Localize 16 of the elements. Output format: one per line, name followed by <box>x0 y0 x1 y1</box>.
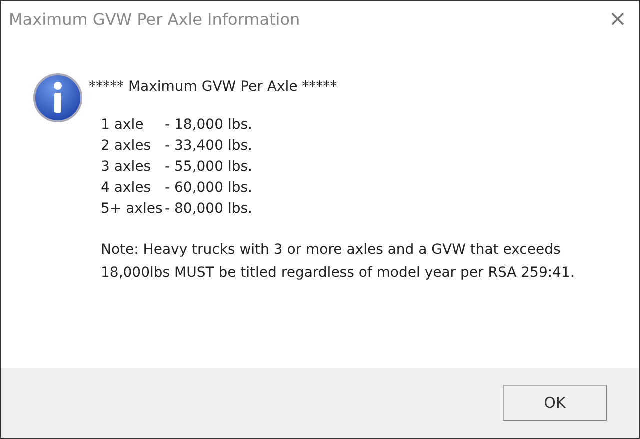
weight-limit: - 80,000 lbs. <box>165 201 252 217</box>
weight-limit: - 55,000 lbs. <box>165 159 252 175</box>
window-title: Maximum GVW Per Axle Information <box>9 10 300 29</box>
weight-limit: - 60,000 lbs. <box>165 180 252 196</box>
axle-count: 3 axles <box>101 159 152 175</box>
information-icon <box>33 73 83 123</box>
ok-button[interactable]: OK <box>503 385 607 421</box>
axle-count: 2 axles <box>101 138 152 154</box>
axle-count: 4 axles <box>101 180 152 196</box>
weight-limit: - 18,000 lbs. <box>165 117 252 133</box>
weight-limit: - 33,400 lbs. <box>165 138 252 154</box>
note-text: Note: Heavy trucks with 3 or more axles and a GVW that exceeds 18,000lbs MUST be titled regardless of model year per RSA 259:41. <box>101 241 576 283</box>
axle-count: 1 axle <box>101 117 145 133</box>
close-button[interactable]: × <box>604 7 631 32</box>
message-heading: ***** Maximum GVW Per Axle ***** <box>89 79 338 95</box>
axle-count: 5+ axles <box>101 201 164 217</box>
